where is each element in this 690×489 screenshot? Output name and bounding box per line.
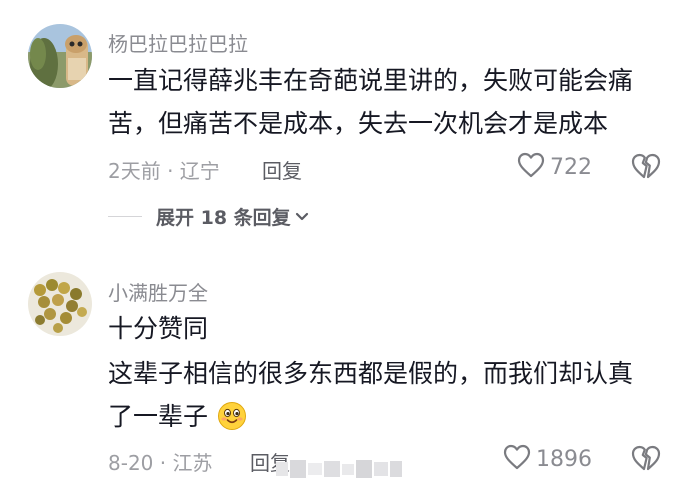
comment-text-line: 了一辈子 (108, 402, 209, 431)
comment-item-2: 小满胜万全 十分赞同 这辈子相信的很多东西都是假的，而我们却认真 了一辈子 8-… (0, 240, 690, 489)
comment-item-1: 杨巴拉巴拉巴拉 一直记得薛兆丰在奇葩说里讲的，失败可能会痛 苦，但痛苦不是成本，… (0, 0, 690, 240)
expand-replies-label: 展开 18 条回复 (156, 207, 291, 229)
comment-text-line: 一直记得薛兆丰在奇葩说里讲的，失败可能会痛 (108, 66, 634, 95)
broken-heart-icon (631, 445, 661, 476)
smiling-face-emoji (217, 401, 247, 431)
avatar[interactable] (28, 24, 92, 88)
watermark (276, 458, 404, 480)
username[interactable]: 杨巴拉巴拉巴拉 (108, 28, 248, 57)
avatar[interactable] (28, 272, 92, 336)
broken-heart-icon (631, 153, 661, 184)
expand-replies-button[interactable]: 展开 18 条回复 (108, 203, 309, 230)
like-count: 1896 (536, 446, 592, 472)
username[interactable]: 小满胜万全 (108, 277, 208, 306)
comment-time-location: 8-20 · 江苏 (108, 451, 213, 475)
dislike-button[interactable] (631, 152, 661, 184)
like-count: 722 (550, 154, 592, 180)
comment-time-location: 2天前 · 辽宁 (108, 159, 220, 183)
reply-button[interactable]: 回复 (262, 155, 302, 184)
comment-text-line: 十分赞同 (108, 314, 209, 343)
chevron-down-icon (295, 212, 309, 222)
like-button[interactable]: 1896 (503, 444, 592, 474)
comment-text-line: 这辈子相信的很多东西都是假的，而我们却认真 (108, 359, 634, 388)
like-button[interactable]: 722 (517, 152, 592, 182)
dislike-button[interactable] (631, 444, 661, 476)
divider (108, 216, 142, 217)
comment-text-line: 苦，但痛苦不是成本，失去一次机会才是成本 (108, 109, 609, 138)
heart-outline-icon (517, 152, 545, 182)
heart-outline-icon (503, 444, 531, 474)
